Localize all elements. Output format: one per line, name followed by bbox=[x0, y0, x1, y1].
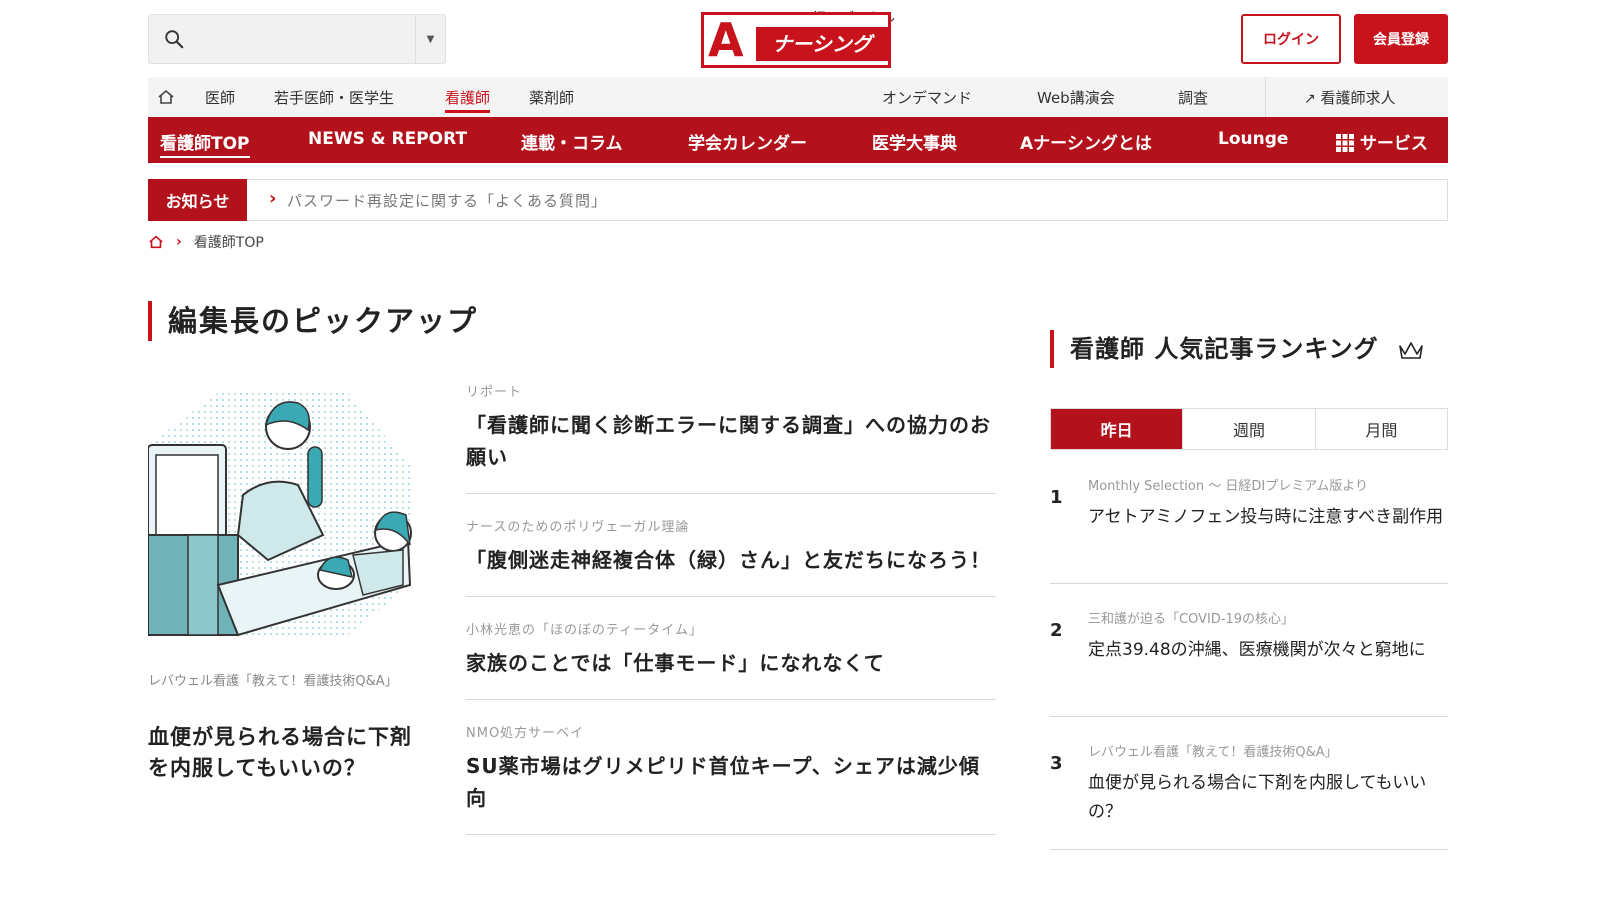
logo-box: A ナーシング bbox=[701, 12, 891, 68]
article-category[interactable]: ナースのためのポリヴェーガル理論 bbox=[466, 518, 996, 538]
main-nav-nurse-top[interactable]: 看護師TOP bbox=[160, 129, 250, 158]
rank-title[interactable]: アセトアミノフェン投与時に注意すべき副作用 bbox=[1088, 503, 1444, 532]
main-nav: 看護師TOP NEWS & REPORT 連載・コラム 学会カレンダー 医学大事… bbox=[148, 117, 1448, 163]
ranking-heading-text: 看護師 人気記事ランキング bbox=[1070, 335, 1379, 363]
rank-number: 1 bbox=[1050, 487, 1063, 508]
rank-number: 2 bbox=[1050, 620, 1063, 641]
main-nav-column[interactable]: 連載・コラム bbox=[521, 129, 623, 154]
rank-title[interactable]: 血便が見られる場合に下剤を内服してもいいの？ bbox=[1088, 769, 1444, 827]
search-box[interactable]: ▼ bbox=[148, 14, 446, 64]
search-dropdown-button[interactable]: ▼ bbox=[415, 15, 445, 63]
nav-divider bbox=[1265, 77, 1266, 117]
chevron-right-icon: › bbox=[269, 188, 277, 209]
main-nav-medical-dictionary[interactable]: 医学大事典 bbox=[872, 129, 957, 154]
chevron-down-icon: ▼ bbox=[426, 33, 435, 45]
ranking-item[interactable]: 3 レバウェル看護「教えて！看護技術Q&A」 血便が見られる場合に下剤を内服して… bbox=[1050, 741, 1448, 850]
ranking-tabs: 昨日 週間 月間 bbox=[1050, 408, 1448, 450]
pickup-article-list: リポート 「看護師に聞く診断エラーに関する調査」への協力のお願い ナースのための… bbox=[466, 383, 996, 859]
rank-category[interactable]: レバウェル看護「教えて！看護技術Q&A」 bbox=[1088, 741, 1448, 760]
nav-item-nurse-jobs-label: 看護師求人 bbox=[1320, 89, 1396, 107]
main-nav-news-report[interactable]: NEWS & REPORT bbox=[308, 129, 467, 149]
grid-icon bbox=[1336, 134, 1354, 152]
nav-item-doctor[interactable]: 医師 bbox=[205, 87, 235, 108]
nav-item-nurse[interactable]: 看護師 bbox=[445, 87, 491, 113]
tab-weekly[interactable]: 週間 bbox=[1182, 409, 1314, 449]
featured-title[interactable]: 血便が見られる場合に下剤を内服してもいいの？ bbox=[148, 722, 414, 784]
ranking-item[interactable]: 2 三和護が迫る「COVID-19の核心」 定点39.48の沖縄、医療機関が次々… bbox=[1050, 608, 1448, 717]
main-nav-services[interactable]: サービス bbox=[1336, 129, 1428, 154]
article-category[interactable]: NMO処方サーベイ bbox=[466, 724, 996, 744]
breadcrumb-current: 看護師TOP bbox=[193, 235, 264, 251]
ranking-heading: 看護師 人気記事ランキング bbox=[1050, 330, 1424, 368]
notice-bar: お知らせ › パスワード再設定に関する「よくある質問」 bbox=[148, 179, 1448, 221]
article-category[interactable]: 小林光恵の「ほのぼのティータイム」 bbox=[466, 621, 996, 641]
nav-item-pharmacist[interactable]: 薬剤師 bbox=[529, 87, 574, 108]
main-nav-services-label: サービス bbox=[1359, 134, 1428, 154]
breadcrumb: › 看護師TOP bbox=[148, 232, 264, 252]
top-nav: 医師 若手医師・医学生 看護師 薬剤師 オンデマンド Web講演会 調査 ↗ 看… bbox=[148, 77, 1448, 117]
article-item[interactable]: NMO処方サーベイ SU薬市場はグリメピリド首位キープ、シェアは減少傾向 bbox=[466, 724, 996, 835]
main-nav-lounge[interactable]: Lounge bbox=[1218, 129, 1288, 149]
article-item[interactable]: ナースのためのポリヴェーガル理論 「腹側迷走神経複合体（緑）さん」と友だちになろ… bbox=[466, 518, 996, 597]
register-button[interactable]: 会員登録 bbox=[1354, 14, 1448, 64]
login-button[interactable]: ログイン bbox=[1241, 14, 1341, 64]
nav-item-on-demand[interactable]: オンデマンド bbox=[882, 87, 972, 108]
logo-name: ナーシング bbox=[756, 27, 888, 61]
tab-yesterday[interactable]: 昨日 bbox=[1051, 409, 1183, 449]
logo-letter: A bbox=[708, 13, 744, 67]
main-nav-about[interactable]: Aナーシングとは bbox=[1020, 129, 1152, 154]
home-icon[interactable] bbox=[148, 234, 164, 250]
notice-link[interactable]: パスワード再設定に関する「よくある質問」 bbox=[287, 190, 607, 211]
notice-label: お知らせ bbox=[148, 179, 247, 221]
article-item[interactable]: リポート 「看護師に聞く診断エラーに関する調査」への協力のお願い bbox=[466, 383, 996, 494]
tab-monthly[interactable]: 月間 bbox=[1314, 409, 1447, 449]
article-title[interactable]: 家族のことでは「仕事モード」になれなくて bbox=[466, 647, 996, 679]
rank-category[interactable]: 三和護が迫る「COVID-19の核心」 bbox=[1088, 608, 1448, 627]
nurse-illustration[interactable] bbox=[148, 385, 412, 641]
nav-item-young-doctor[interactable]: 若手医師・医学生 bbox=[274, 87, 394, 108]
nav-item-nurse-jobs[interactable]: ↗ 看護師求人 bbox=[1304, 87, 1396, 108]
crown-icon bbox=[1399, 342, 1423, 359]
external-link-icon: ↗ bbox=[1304, 91, 1316, 107]
article-title[interactable]: 「腹側迷走神経複合体（緑）さん」と友だちになろう！ bbox=[466, 544, 996, 576]
nav-item-web-lecture[interactable]: Web講演会 bbox=[1037, 87, 1115, 108]
search-icon[interactable] bbox=[163, 28, 185, 50]
article-title[interactable]: SU薬市場はグリメピリド首位キープ、シェアは減少傾向 bbox=[466, 750, 996, 814]
main-nav-conference-calendar[interactable]: 学会カレンダー bbox=[688, 129, 807, 154]
featured-category[interactable]: レバウェル看護「教えて！看護技術Q&A」 bbox=[148, 670, 410, 693]
rank-title[interactable]: 定点39.48の沖縄、医療機関が次々と窮地に bbox=[1088, 636, 1444, 665]
article-title[interactable]: 「看護師に聞く診断エラーに関する調査」への協力のお願い bbox=[466, 409, 996, 473]
article-item[interactable]: 小林光恵の「ほのぼのティータイム」 家族のことでは「仕事モード」になれなくて bbox=[466, 621, 996, 700]
article-category[interactable]: リポート bbox=[466, 383, 996, 403]
chevron-right-icon: › bbox=[176, 234, 182, 250]
nav-item-survey[interactable]: 調査 bbox=[1178, 87, 1208, 108]
ranking-item[interactable]: 1 Monthly Selection ～ 日経DIプレミアム版より アセトアミ… bbox=[1050, 475, 1448, 584]
rank-number: 3 bbox=[1050, 753, 1063, 774]
rank-category[interactable]: Monthly Selection ～ 日経DIプレミアム版より bbox=[1088, 475, 1448, 494]
site-logo[interactable]: 日経メディカル A ナーシング bbox=[701, 8, 901, 70]
pickup-heading: 編集長のピックアップ bbox=[148, 301, 478, 341]
search-input[interactable] bbox=[193, 23, 409, 55]
page: ▼ 日経メディカル A ナーシング ログイン 会員登録 医師 若手医師・医学生 … bbox=[148, 0, 1448, 900]
home-icon[interactable] bbox=[157, 88, 175, 106]
